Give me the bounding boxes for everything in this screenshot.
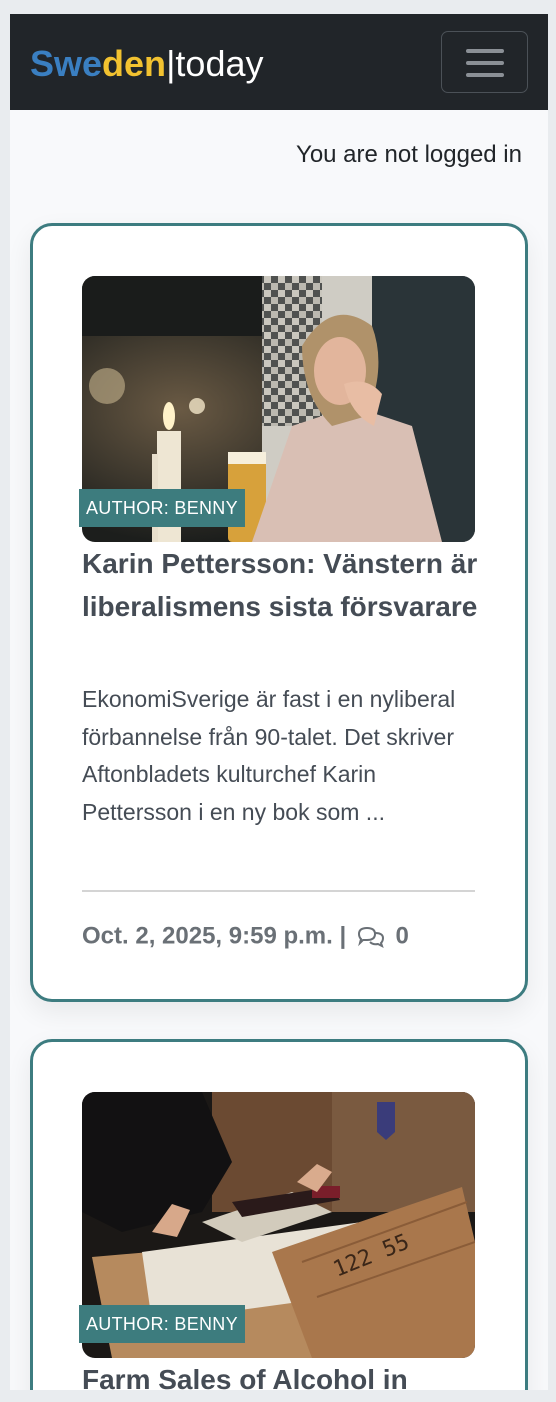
comments-icon[interactable] [357,926,385,948]
card-divider [82,890,475,892]
article-title[interactable]: Karin Pettersson: Vänstern är liberalism… [82,542,482,628]
author-badge: AUTHOR: BENNY [79,1305,245,1343]
site-brand-logo[interactable]: Sweden|today [30,42,263,86]
article-card: AUTHOR: BENNY Karin Pettersson: Vänstern… [30,223,528,1002]
article-excerpt: EkonomiSverige är fast i en nyliberal fö… [82,686,456,825]
brand-text-today: |today [166,43,264,84]
article-date: Oct. 2, 2025, 9:59 p.m. [82,922,333,950]
article-card: 122 55 AUTHOR: BENNY Farm Sales of Alcoh… [30,1039,528,1390]
article-meta: Oct. 2, 2025, 9:59 p.m. | 0 [82,919,409,954]
author-badge: AUTHOR: BENNY [79,489,245,527]
comment-count[interactable]: 0 [396,923,409,950]
login-status-text: You are not logged in [296,141,522,168]
brand-text-swe: Swe [30,43,103,84]
top-navbar: Sweden|today [10,14,548,110]
navbar-toggle-button[interactable] [441,31,528,93]
article-title[interactable]: Farm Sales of Alcohol in [82,1358,482,1390]
brand-text-den: den [102,43,167,84]
page-frame: Sweden|today You are not logged in AUTHO… [10,14,548,1390]
meta-separator: | [339,922,347,950]
